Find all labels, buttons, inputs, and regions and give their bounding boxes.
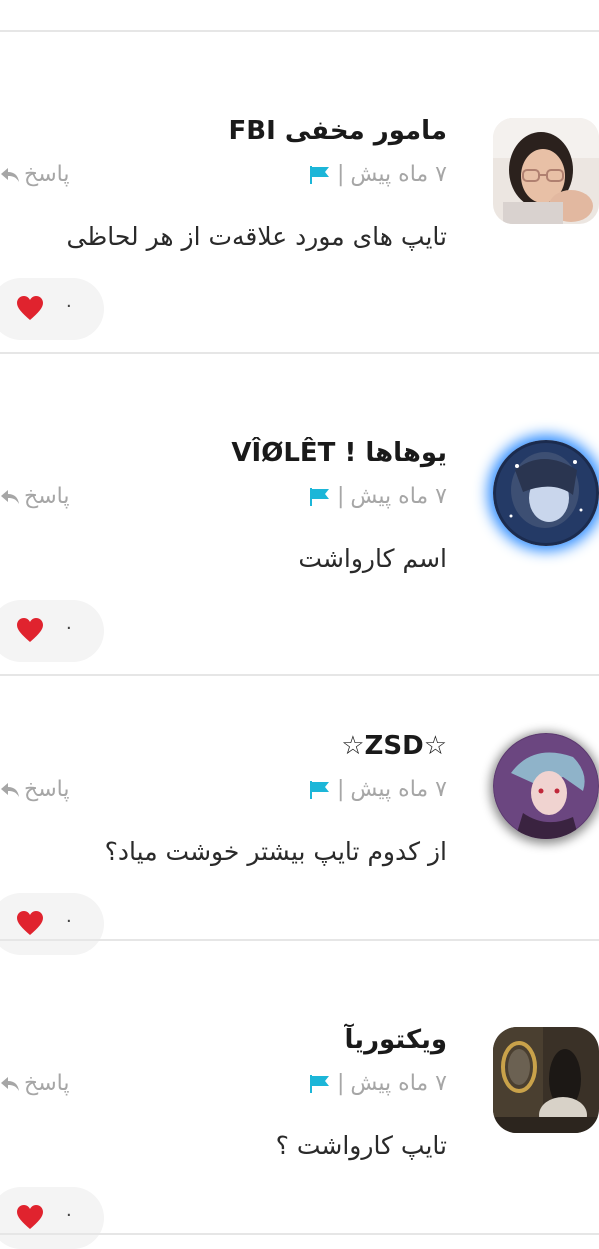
reply-arrow-icon (1, 489, 19, 504)
like-count: ۰ (64, 910, 74, 931)
flag-icon (309, 487, 329, 506)
comment-body: از کدوم تایپ بیشتر خوشت میاد؟ (104, 837, 447, 866)
meta-separator: | (336, 484, 345, 509)
comment-item: ویکتوریآ | ۷ ماه پیش پاسخ تایپ کارواشت ؟… (0, 941, 599, 1249)
like-button[interactable]: ۰ (0, 1187, 104, 1249)
meta-separator: | (336, 1071, 345, 1096)
comment-body: اسم کارواشت (298, 544, 447, 573)
comment-meta: | ۷ ماه پیش (309, 484, 447, 509)
reply-label: پاسخ (24, 1071, 70, 1096)
comment-meta: | ۷ ماه پیش (309, 1071, 447, 1096)
like-count: ۰ (64, 617, 74, 638)
user-avatar[interactable] (493, 733, 599, 839)
heart-icon (17, 618, 43, 642)
comment-username[interactable]: یوهاها ! VÎØLÊT (231, 438, 447, 468)
reply-button[interactable]: پاسخ (0, 484, 69, 509)
like-button[interactable]: ۰ (0, 278, 104, 340)
reply-button[interactable]: پاسخ (0, 162, 69, 187)
user-avatar[interactable] (493, 440, 599, 546)
flag-icon (309, 165, 329, 184)
comment-username[interactable]: ☆ZSD☆ (341, 731, 447, 761)
flag-icon (309, 780, 329, 799)
flag-icon (309, 1074, 329, 1093)
comment-item: یوهاها ! VÎØLÊT | ۷ ماه پیش پاسخ اسم کار… (0, 354, 599, 676)
comment-body: تایپ های مورد علاقه‌ت از هر لحاظی (66, 222, 447, 251)
reply-arrow-icon (1, 1076, 19, 1091)
user-avatar[interactable] (493, 118, 599, 224)
comment-timestamp: ۷ ماه پیش (350, 484, 447, 509)
reply-label: پاسخ (24, 484, 70, 509)
comment-timestamp: ۷ ماه پیش (350, 162, 447, 187)
heart-icon (17, 911, 43, 935)
comment-item: ☆ZSD☆ | ۷ ماه پیش پاسخ از کدوم تایپ بیشت… (0, 647, 599, 955)
reply-label: پاسخ (24, 777, 70, 802)
meta-separator: | (336, 777, 345, 802)
comment-divider (0, 1233, 599, 1235)
comment-username[interactable]: ویکتوریآ (345, 1025, 447, 1055)
reply-button[interactable]: پاسخ (0, 1071, 69, 1096)
comment-meta: | ۷ ماه پیش (309, 777, 447, 802)
like-count: ۰ (64, 295, 74, 316)
heart-icon (17, 296, 43, 320)
reply-arrow-icon (1, 167, 19, 182)
comment-item: مامور مخفی FBI | ۷ ماه پیش پاسخ تایپ های… (0, 32, 599, 354)
user-avatar[interactable] (493, 1027, 599, 1133)
meta-separator: | (336, 162, 345, 187)
comment-meta: | ۷ ماه پیش (309, 162, 447, 187)
comment-timestamp: ۷ ماه پیش (350, 1071, 447, 1096)
like-count: ۰ (64, 1204, 74, 1225)
heart-icon (17, 1205, 43, 1229)
reply-arrow-icon (1, 782, 19, 797)
comment-body: تایپ کارواشت ؟ (275, 1131, 447, 1160)
reply-button[interactable]: پاسخ (0, 777, 69, 802)
comment-username[interactable]: مامور مخفی FBI (229, 116, 447, 146)
comment-timestamp: ۷ ماه پیش (350, 777, 447, 802)
reply-label: پاسخ (24, 162, 70, 187)
